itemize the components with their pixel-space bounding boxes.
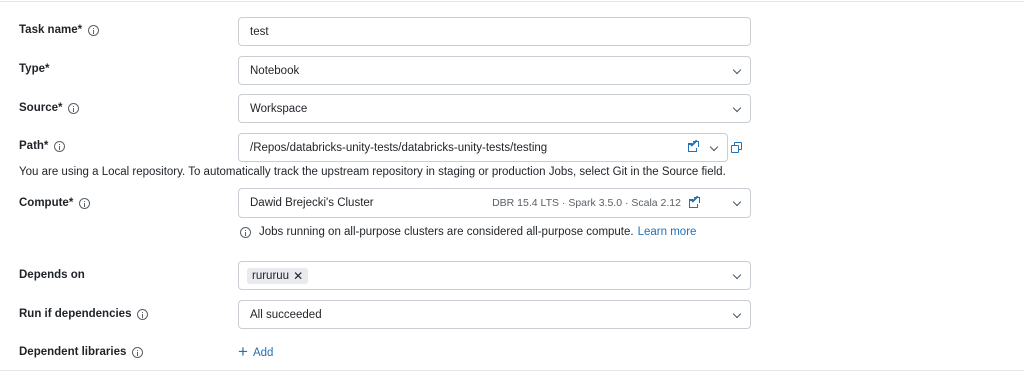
source-value: Workspace xyxy=(250,102,308,115)
info-icon[interactable] xyxy=(88,24,100,36)
compute-hint-text: Jobs running on all-purpose clusters are… xyxy=(259,226,634,238)
type-label: Type* xyxy=(19,63,50,75)
path-input[interactable]: /Repos/databricks-unity-tests/databricks… xyxy=(238,133,728,162)
dependent-libraries-label: Dependent libraries xyxy=(19,346,144,358)
source-select[interactable]: Workspace xyxy=(238,94,751,123)
copy-icon[interactable] xyxy=(731,142,743,154)
task-name-value: test xyxy=(250,25,269,38)
add-library-button[interactable]: + Add xyxy=(238,342,274,361)
chevron-down-icon xyxy=(732,270,742,280)
source-label: Source* xyxy=(19,102,80,114)
compute-value: Dawid Brejecki's Cluster xyxy=(250,197,374,209)
external-link-icon[interactable] xyxy=(688,139,699,152)
learn-more-link[interactable]: Learn more xyxy=(638,226,697,238)
task-name-input[interactable]: test xyxy=(238,17,751,46)
info-icon[interactable] xyxy=(137,308,149,320)
bottom-divider xyxy=(0,370,1024,371)
chevron-down-icon xyxy=(732,103,742,113)
chevron-down-icon xyxy=(732,197,742,207)
add-label: Add xyxy=(252,346,274,359)
chevron-down-icon xyxy=(732,309,742,319)
info-icon[interactable] xyxy=(54,140,66,152)
cluster-runtime-info: DBR 15.4 LTS · Spark 3.5.0 · Scala 2.12 xyxy=(492,196,681,209)
info-icon[interactable] xyxy=(132,346,144,358)
external-link-icon[interactable] xyxy=(689,195,700,208)
path-note: You are using a Local repository. To aut… xyxy=(19,166,726,178)
dependency-tag-label: rururuu xyxy=(252,269,290,282)
compute-select[interactable]: Dawid Brejecki's Cluster DBR 15.4 LTS · … xyxy=(238,188,751,218)
run-if-value: All succeeded xyxy=(250,308,322,321)
compute-hint: Jobs running on all-purpose clusters are… xyxy=(240,226,696,238)
compute-label: Compute* xyxy=(19,197,91,209)
type-select[interactable]: Notebook xyxy=(238,56,751,85)
close-icon[interactable]: ✕ xyxy=(293,270,303,282)
dependency-tag: rururuu ✕ xyxy=(247,267,309,284)
chevron-down-icon xyxy=(732,65,742,75)
path-label: Path* xyxy=(19,140,66,152)
plus-icon: + xyxy=(238,342,248,361)
type-value: Notebook xyxy=(250,64,300,77)
info-icon[interactable] xyxy=(68,102,80,114)
depends-on-select[interactable]: rururuu ✕ xyxy=(238,261,751,290)
info-icon xyxy=(240,226,251,238)
path-value: /Repos/databricks-unity-tests/databricks… xyxy=(250,141,548,154)
run-if-label: Run if dependencies xyxy=(19,308,149,320)
info-icon[interactable] xyxy=(79,197,91,209)
chevron-down-icon[interactable] xyxy=(709,142,719,152)
top-divider xyxy=(0,1,1024,2)
compute-meta: DBR 15.4 LTS · Spark 3.5.0 · Scala 2.12 xyxy=(492,189,700,216)
depends-on-label: Depends on xyxy=(19,269,85,281)
task-name-label: Task name* xyxy=(19,24,100,36)
run-if-select[interactable]: All succeeded xyxy=(238,300,751,329)
